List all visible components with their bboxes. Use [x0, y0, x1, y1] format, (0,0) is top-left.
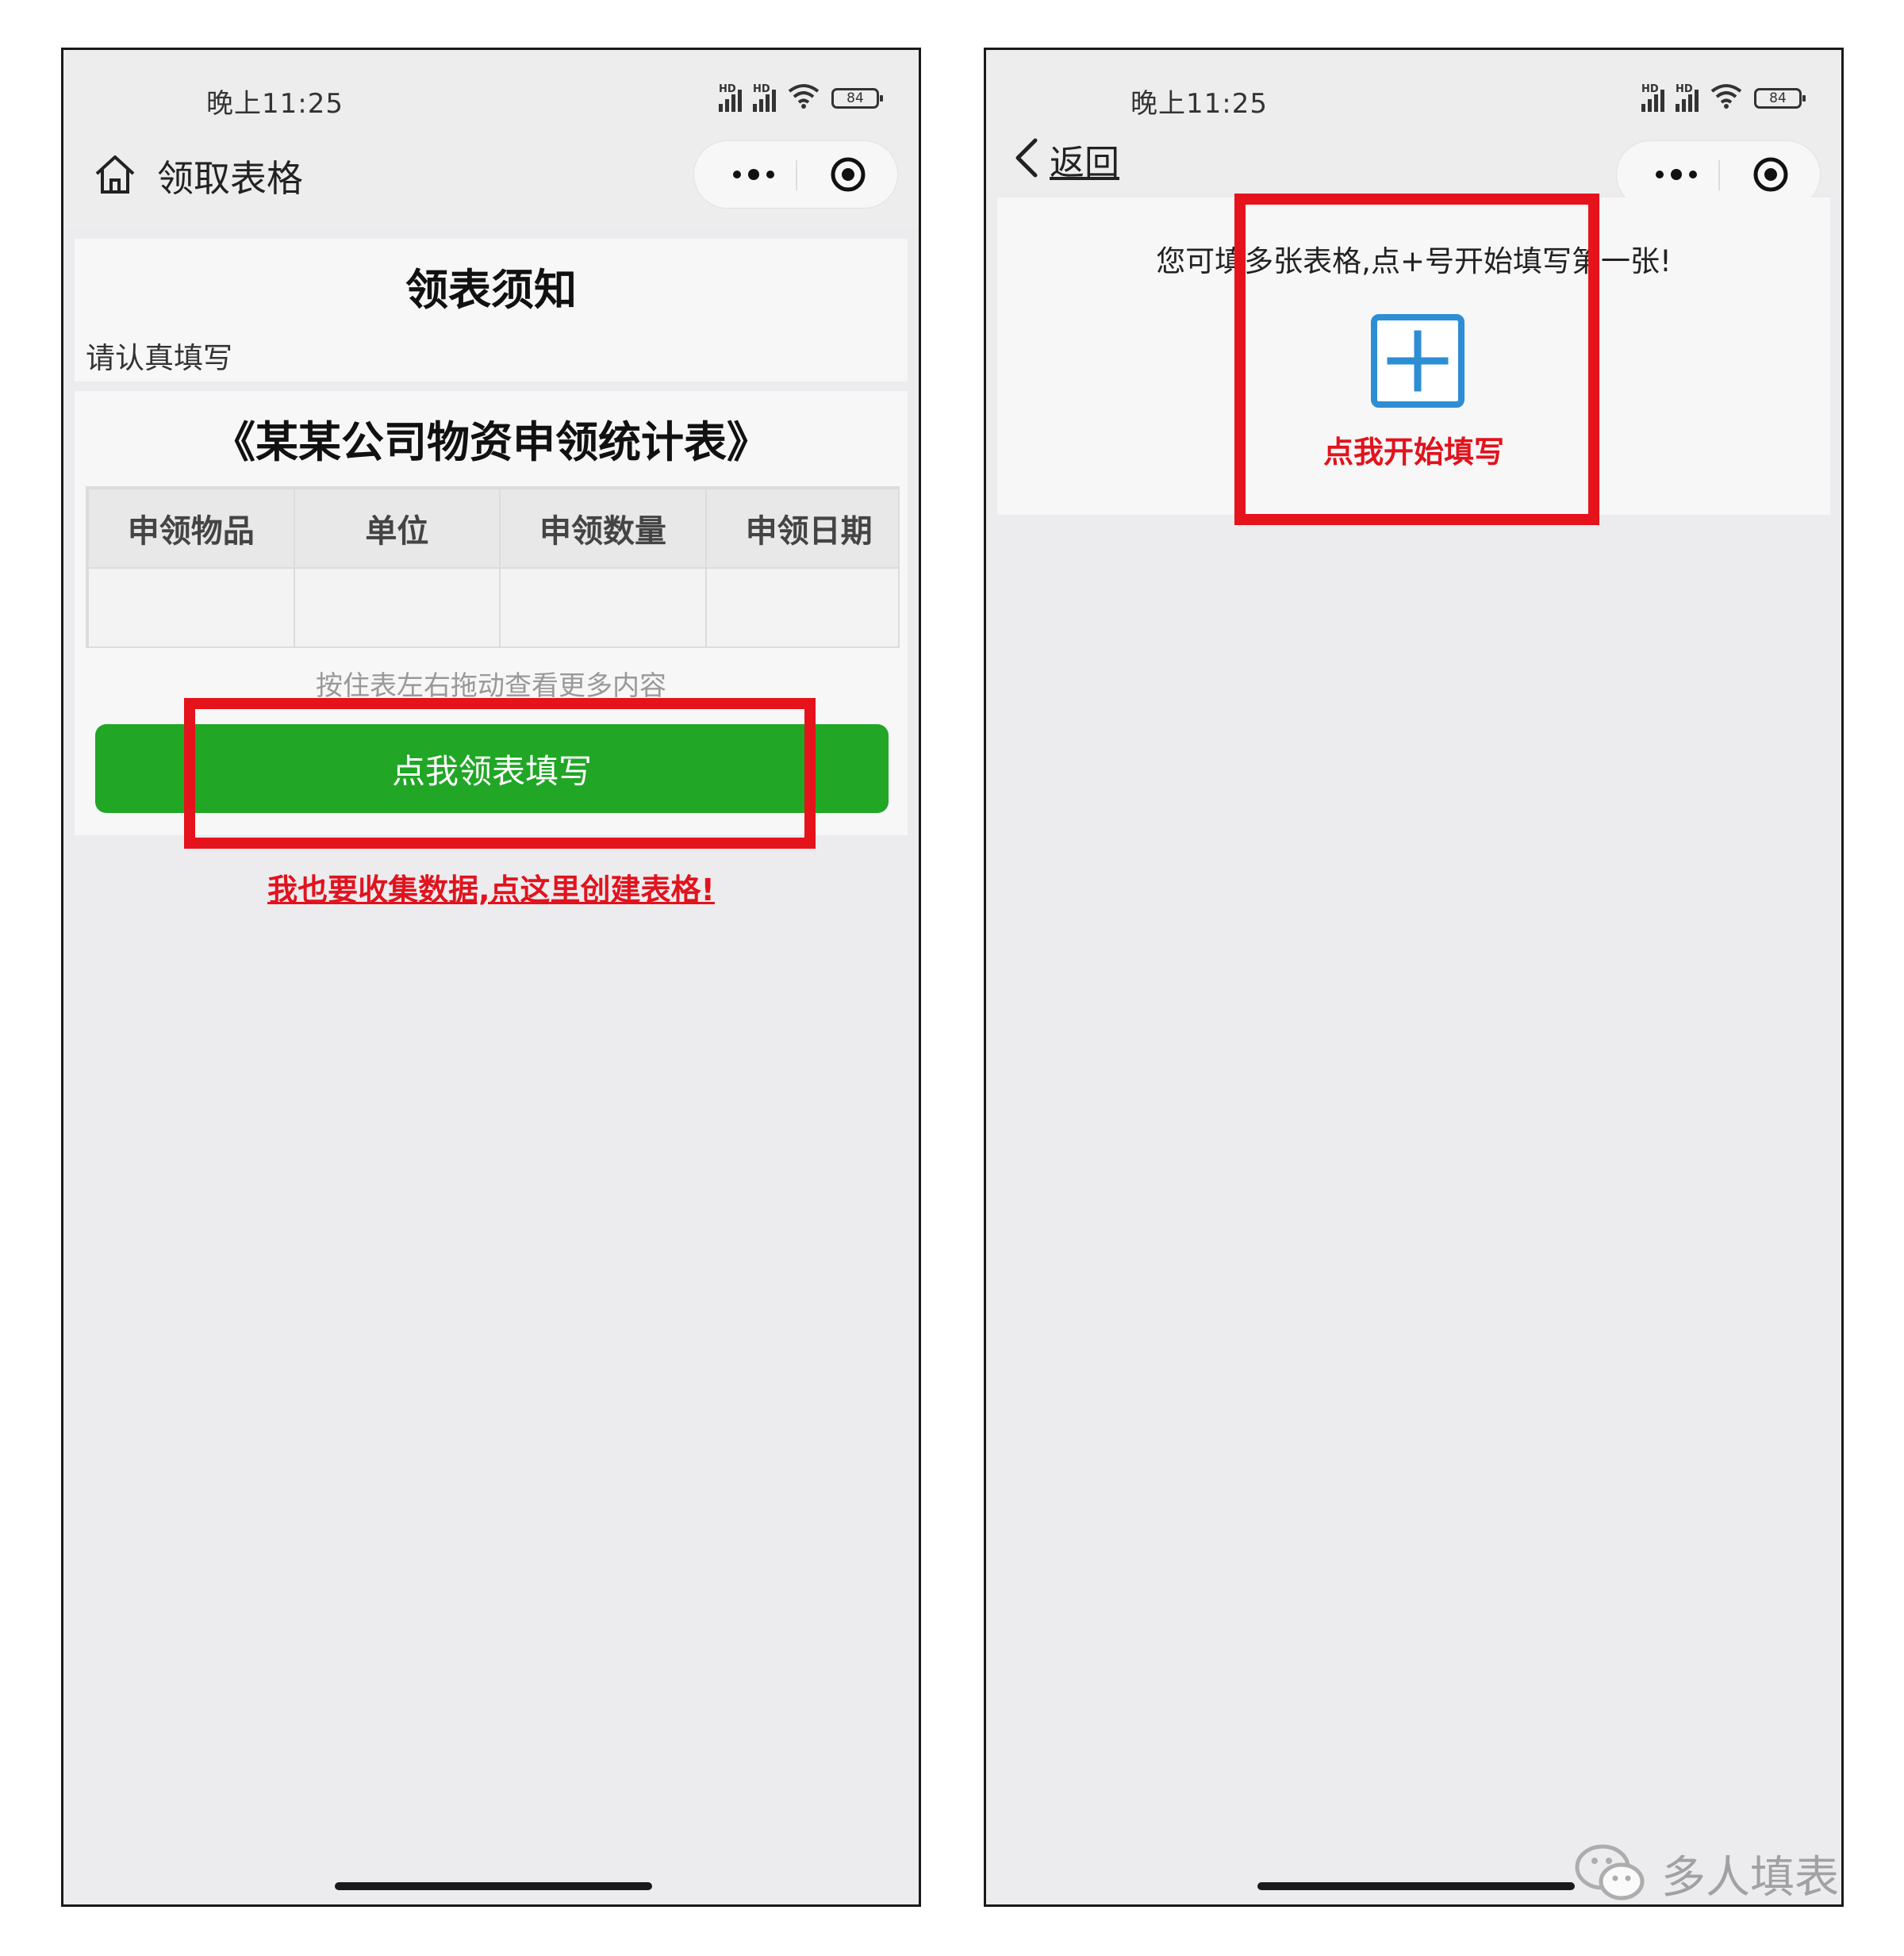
annotation-highlight-box: [1234, 194, 1599, 525]
table-cell: [87, 567, 295, 646]
table-row: [87, 567, 898, 646]
column-header: 申领数量: [499, 488, 707, 569]
page-title: 领取表格: [157, 157, 303, 200]
status-time: 晚上11:25: [1130, 88, 1268, 120]
more-icon[interactable]: [716, 155, 791, 194]
signal-icon: HD: [719, 83, 742, 112]
column-header: 申领日期: [704, 488, 898, 569]
table-cell: [704, 567, 898, 646]
status-icons: HD HD 84: [1641, 82, 1806, 115]
home-indicator: [1257, 1882, 1575, 1890]
signal-icon: HD: [1676, 83, 1699, 112]
column-header: 申领物品: [87, 488, 295, 569]
create-form-link[interactable]: 我也要收集数据,点这里创建表格!: [63, 865, 919, 909]
back-chevron-icon[interactable]: [1010, 136, 1042, 180]
wifi-icon: [1710, 82, 1743, 115]
close-target-icon[interactable]: [1752, 155, 1790, 194]
notice-text: 请认真填写: [86, 341, 232, 375]
top-bar: 晚上11:25 HD HD 84 返回: [986, 50, 1841, 209]
more-icon[interactable]: [1639, 155, 1714, 194]
left-phone-screen: 晚上11:25 HD HD 84 领取表格 领表须知 请认真填写 《某某公司物资…: [61, 48, 921, 1907]
table-cell: [499, 567, 707, 646]
status-time: 晚上11:25: [206, 88, 344, 120]
signal-icon: HD: [753, 83, 776, 112]
top-bar: 晚上11:25 HD HD 84 领取表格: [63, 50, 919, 228]
table-scroll-area[interactable]: 申领物品 单位 申领数量 申领日期 申: [86, 486, 900, 648]
watermark: 多人填表: [1572, 1840, 1839, 1907]
annotation-highlight-box: [184, 698, 816, 849]
table-cell: [293, 567, 501, 646]
home-icon[interactable]: [92, 151, 138, 198]
wifi-icon: [787, 82, 820, 115]
scroll-hint: 按住表左右拖动查看更多内容: [316, 670, 666, 702]
close-target-icon[interactable]: [829, 155, 867, 194]
battery-icon: 84: [1754, 88, 1806, 109]
notice-card: 领表须知 请认真填写: [75, 239, 908, 382]
notice-title: 领表须知: [405, 265, 577, 315]
wechat-logo-icon: [1575, 1844, 1645, 1900]
back-link[interactable]: 返回: [1050, 134, 1119, 185]
signal-icon: HD: [1641, 83, 1664, 112]
watermark-text: 多人填表: [1661, 1851, 1839, 1904]
status-icons: HD HD 84: [719, 82, 883, 115]
battery-icon: 84: [831, 88, 883, 109]
mini-program-capsule: [693, 140, 898, 209]
form-title: 《某某公司物资申领统计表》: [213, 417, 770, 467]
data-table: 申领物品 单位 申领数量 申领日期 申: [87, 488, 898, 646]
column-header: 单位: [293, 488, 501, 569]
home-indicator: [335, 1882, 652, 1890]
table-header-row: 申领物品 单位 申领数量 申领日期 申: [87, 488, 898, 569]
